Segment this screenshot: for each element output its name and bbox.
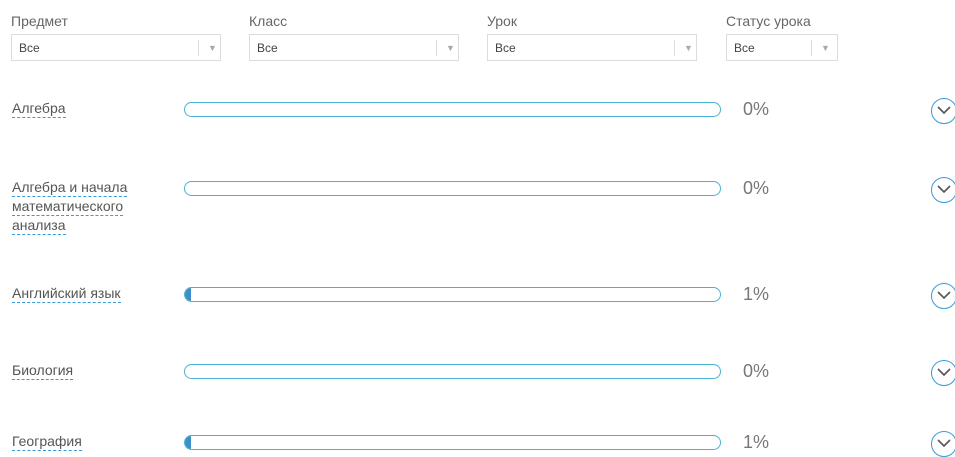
subject-name[interactable]: Биология — [12, 361, 162, 380]
subject-link[interactable]: Алгебра — [12, 100, 66, 118]
filter-lesson-status-label: Статус урока — [726, 13, 811, 29]
filter-class-label: Класс — [249, 13, 288, 29]
progress-bar — [184, 435, 721, 450]
chevron-down-icon — [937, 291, 951, 300]
subject-name[interactable]: Алгебра — [12, 99, 162, 118]
subject-link[interactable]: Биология — [12, 362, 74, 380]
chevron-down-icon — [937, 439, 951, 448]
expand-button[interactable] — [931, 177, 955, 203]
expand-button[interactable] — [931, 283, 955, 309]
lesson-select-value: Все — [495, 41, 516, 55]
subject-name[interactable]: Алгебра и начала математического анализа — [12, 178, 162, 235]
progress-bar-fill — [185, 436, 191, 449]
chevron-down-icon — [937, 368, 951, 377]
progress-percent: 1% — [743, 284, 770, 304]
class-select[interactable]: Все ▼ — [249, 34, 459, 61]
caret-down-icon[interactable]: ▼ — [208, 41, 217, 55]
subject-select-value: Все — [19, 41, 40, 55]
caret-down-icon[interactable]: ▼ — [684, 41, 693, 55]
progress-bar — [184, 181, 721, 196]
subject-row: Алгебра 0% — [0, 98, 955, 159]
subject-row: Английский язык 1% — [0, 283, 955, 344]
select-separator — [198, 40, 199, 56]
subject-row: Алгебра и начала математического анализа… — [0, 177, 955, 238]
expand-button[interactable] — [931, 360, 955, 386]
filter-subject: Предмет Все ▼ — [11, 12, 221, 61]
progress-bar — [184, 102, 721, 117]
progress-bar — [184, 287, 721, 302]
progress-percent: 0% — [743, 178, 770, 198]
caret-down-icon[interactable]: ▼ — [446, 41, 455, 55]
lesson-status-select[interactable]: Все ▼ — [726, 34, 838, 61]
filter-lesson-label: Урок — [487, 13, 517, 29]
select-separator — [674, 40, 675, 56]
select-separator — [811, 40, 812, 56]
subject-link[interactable]: Алгебра и начала математического анализа — [12, 179, 128, 235]
lesson-select[interactable]: Все ▼ — [487, 34, 697, 61]
filter-lesson: Урок Все ▼ — [487, 12, 697, 61]
lesson-status-select-value: Все — [734, 41, 755, 55]
select-separator — [436, 40, 437, 56]
filter-lesson-status: Статус урока Все ▼ — [726, 12, 838, 61]
progress-bar-fill — [185, 288, 191, 301]
expand-button[interactable] — [931, 431, 955, 457]
caret-down-icon[interactable]: ▼ — [821, 41, 830, 55]
subject-name[interactable]: География — [12, 432, 162, 451]
chevron-down-icon — [937, 106, 951, 115]
chevron-down-icon — [937, 185, 951, 194]
class-select-value: Все — [257, 41, 278, 55]
lesson-progress-page: Предмет Все ▼ Класс Все ▼ Урок Все ▼ Ста… — [0, 0, 955, 457]
progress-percent: 0% — [743, 361, 770, 381]
subject-link[interactable]: География — [12, 433, 82, 451]
progress-percent: 1% — [743, 432, 770, 452]
subject-select[interactable]: Все ▼ — [11, 34, 221, 61]
progress-bar — [184, 364, 721, 379]
filter-subject-label: Предмет — [11, 13, 68, 29]
filter-class: Класс Все ▼ — [249, 12, 459, 61]
subject-row: Биология 0% — [0, 360, 955, 421]
progress-percent: 0% — [743, 99, 770, 119]
subject-row: География 1% — [0, 431, 955, 457]
subject-link[interactable]: Английский язык — [12, 285, 121, 303]
expand-button[interactable] — [931, 98, 955, 124]
subject-name[interactable]: Английский язык — [12, 284, 162, 303]
